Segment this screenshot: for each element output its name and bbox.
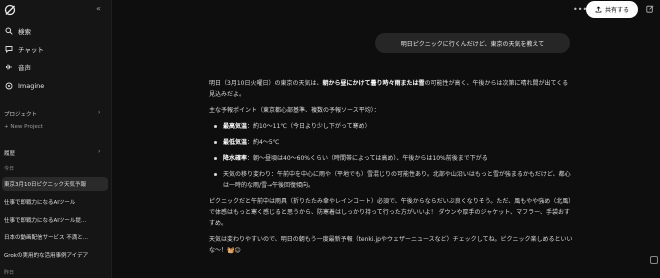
points-title: 主な予報ポイント（東京都心部基準、複数の予報ソース平均）： (209, 107, 380, 114)
sidebar: « 検索 チャット 音声 Imagine プロジェクト › + New Proj… (0, 0, 112, 278)
side-panel-icon[interactable] (650, 256, 658, 264)
point-label: 最高気温 (223, 123, 248, 130)
user-message-text: 明日ピクニックに行くんだけど、東京の天気を教えて (400, 40, 545, 48)
nav-chat[interactable]: チャット (4, 42, 108, 56)
imagine-icon (4, 82, 13, 91)
voice-icon (4, 63, 13, 72)
history-item[interactable]: Grokの実用的な活用事例アイデア (2, 248, 108, 262)
forecast-point: 最低気温：約4〜5℃ (209, 137, 574, 148)
response-intro-bold: 朝から昼にかけて曇り時々雨または雪 (322, 80, 425, 87)
nav-voice-label: 音声 (18, 64, 31, 72)
point-label: 最低気温 (223, 139, 248, 146)
nav-voice[interactable]: 音声 (4, 60, 108, 74)
nav-imagine[interactable]: Imagine (4, 79, 108, 93)
search-icon (4, 27, 13, 36)
response-intro-text: 明日（3月10日火曜日）の東京の天気は、 (209, 80, 323, 87)
history-title: 履歴 (4, 151, 16, 157)
share-button[interactable]: 共有する (586, 1, 638, 18)
history-item[interactable]: 仕事で即戦力になるAIツール (2, 195, 108, 209)
point-text: ：約4〜5℃ (247, 139, 280, 146)
response-advice: ピクニックだと午前中は雨具（折りたたみ傘やレインコート）必須で、午後からならだい… (209, 198, 572, 227)
history-chevron-icon[interactable]: › (98, 148, 100, 155)
point-text: ：朝〜昼頃は40〜60%くらい（時間帯によっては高め）、午後からは10%前後まで… (247, 155, 488, 162)
nav-imagine-label: Imagine (18, 82, 45, 90)
new-project-button[interactable]: + New Project (4, 124, 43, 130)
forecast-point: 降水確率：朝〜昼頃は40〜60%くらい（時間帯によっては高め）、午後からは10%… (209, 153, 574, 164)
response-intro: 明日（3月10日火曜日）の東京の天気は、朝から昼にかけて曇り時々雨または雪の可能… (209, 78, 574, 100)
share-button-label: 共有する (604, 7, 629, 14)
assistant-response: 明日（3月10日火曜日）の東京の天気は、朝から昼にかけて曇り時々雨または雪の可能… (209, 78, 574, 261)
point-text: 天気の移り変わり：午前中を中心に雨や（平地でも）雪混じりの可能性あり。北部や山沿… (223, 171, 571, 189)
history-date-today: 今日 (4, 166, 15, 172)
point-text: ：約10〜11℃（今日より少し下がって寒め） (247, 123, 371, 130)
history-date-yesterday: 昨日 (4, 270, 15, 276)
history-item[interactable]: 仕事で即戦力になるAIツール提... (2, 213, 108, 227)
point-label: 降水確率 (223, 155, 248, 162)
history-item[interactable]: 日本の動画配信サービス 不満と... (2, 230, 108, 244)
response-closing: 天気は変わりやすいので、明日の朝もう一度最新予報（tenki.jpやウェザーニュ… (209, 236, 573, 254)
grok-logo-icon[interactable] (4, 4, 16, 16)
nav-search[interactable]: 検索 (4, 24, 108, 38)
new-chat-icon[interactable] (646, 5, 654, 13)
share-icon (595, 6, 602, 13)
projects-chevron-icon[interactable]: › (98, 109, 100, 116)
chat-icon (4, 45, 13, 54)
user-message: 明日ピクニックに行くんだけど、東京の天気を教えて (375, 33, 570, 53)
collapse-sidebar-icon[interactable]: « (96, 4, 101, 13)
nav-search-label: 検索 (18, 28, 31, 36)
forecast-point: 最高気温：約10〜11℃（今日より少し下がって寒め） (209, 121, 574, 132)
history-item[interactable]: 東京3月10日ピクニック天気予報 (2, 177, 108, 191)
nav-chat-label: チャット (18, 46, 44, 54)
projects-title: プロジェクト (4, 112, 38, 118)
forecast-points: 最高気温：約10〜11℃（今日より少し下がって寒め） 最低気温：約4〜5℃ 降水… (209, 121, 574, 191)
forecast-point: 天気の移り変わり：午前中を中心に雨や（平地でも）雪混じりの可能性あり。北部や山沿… (209, 169, 574, 191)
